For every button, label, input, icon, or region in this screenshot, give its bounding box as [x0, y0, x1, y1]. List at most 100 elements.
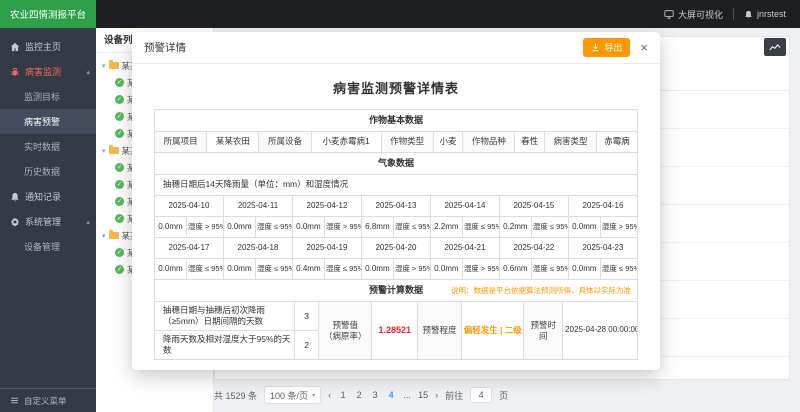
system-submenu: 设备管理 — [0, 234, 96, 259]
rainfall-cell: 6.8mm — [361, 217, 393, 238]
rainfall-cell: 0.0mm — [430, 259, 462, 280]
crop-table: 作物基本数据 所属项目某某农田所属设备小麦赤霉病1作物类型小麦作物品种春性病害类… — [154, 109, 638, 153]
sidebar-item-realtime-data[interactable]: 实时数据 — [0, 134, 96, 159]
calc-table: 预警计算数据 说明：数据是平台依据算法预测所得，具体以实际为准 抽穗日期与抽穗后… — [154, 279, 638, 360]
topbar: 农业四情测报平台 大屏可视化 jnrstest — [0, 0, 800, 28]
check-circle-icon: ✓ — [115, 180, 124, 189]
app-logo: 农业四情测报平台 — [0, 0, 96, 28]
weather-date-cell: 2025-04-10 — [155, 196, 224, 217]
crop-field-value: 赤霉病 — [597, 132, 638, 153]
humidity-cell: 湿度 ≤ 95% — [255, 217, 292, 238]
topbar-right: 大屏可视化 jnrstest — [664, 8, 800, 21]
folder-icon — [109, 147, 119, 154]
sidebar-item-disease-warning[interactable]: 病害预警 — [0, 109, 96, 134]
sidebar-item-label: 通知记录 — [25, 190, 61, 203]
check-circle-icon: ✓ — [115, 248, 124, 257]
humidity-cell: 湿度 ≤ 95% — [531, 259, 568, 280]
pager-ellipsis[interactable]: ... — [402, 390, 412, 400]
caret-down-icon: ▾ — [312, 392, 315, 399]
calc-section-header: 预警计算数据 说明：数据是平台依据算法预测所得，具体以实际为准 — [155, 280, 638, 302]
folder-icon — [109, 232, 119, 239]
metric-label: 降雨天数及相对湿度大于95%的天数 — [155, 331, 295, 360]
close-icon[interactable]: × — [640, 41, 648, 54]
weather-date-cell: 2025-04-23 — [568, 238, 637, 259]
calc-section-title: 预警计算数据 — [369, 285, 423, 295]
crop-fields-row: 所属项目某某农田所属设备小麦赤霉病1作物类型小麦作物品种春性病害类型赤霉病 — [155, 132, 638, 153]
username-label: jnrstest — [757, 9, 786, 19]
chart-view-button[interactable] — [764, 38, 786, 56]
goto-label: 前往 — [445, 389, 463, 402]
sidebar-item-device-management[interactable]: 设备管理 — [0, 234, 96, 259]
rainfall-cell: 0.0mm — [568, 217, 600, 238]
sidebar-item-label: 监测目标 — [24, 90, 60, 103]
humidity-cell: 湿度 > 95% — [186, 217, 223, 238]
weather-date-cell: 2025-04-22 — [499, 238, 568, 259]
modal-body: 病害监测预警详情表 作物基本数据 所属项目某某农田所属设备小麦赤霉病1作物类型小… — [132, 64, 660, 370]
pager-page-3[interactable]: 3 — [370, 390, 380, 400]
big-screen-label: 大屏可视化 — [678, 8, 723, 21]
weather-body: 2025-04-102025-04-112025-04-122025-04-13… — [155, 196, 638, 280]
bell-icon — [10, 192, 20, 202]
prev-page-button[interactable]: ‹ — [328, 390, 331, 400]
humidity-cell: 湿度 > 95% — [600, 217, 637, 238]
humidity-cell: 湿度 ≤ 95% — [600, 259, 637, 280]
sidebar-item-monitor-home[interactable]: 监控主页 — [0, 34, 96, 59]
big-screen-link[interactable]: 大屏可视化 — [664, 8, 723, 21]
warning-detail-modal: 预警详情 导出 × 病害监测预警详情表 作物基本数据 所属项目某某农田所属设备小… — [132, 32, 660, 370]
goto-page-input[interactable] — [470, 387, 492, 403]
detail-table-title: 病害监测预警详情表 — [154, 78, 638, 97]
weather-date-cell: 2025-04-12 — [292, 196, 361, 217]
check-circle-icon: ✓ — [115, 112, 124, 121]
humidity-cell: 湿度 > 95% — [462, 259, 499, 280]
user-menu[interactable]: jnrstest — [744, 9, 786, 19]
sidebar-item-history-data[interactable]: 历史数据 — [0, 159, 96, 184]
line-chart-icon — [769, 43, 781, 52]
check-circle-icon: ✓ — [115, 78, 124, 87]
crop-field-value: 小麦 — [433, 132, 462, 153]
humidity-cell: 湿度 ≤ 95% — [186, 259, 223, 280]
sidebar-group-label: 病害监测 — [25, 65, 61, 78]
pager-pages: 1234... 15 — [338, 390, 428, 400]
rainfall-cell: 0.6mm — [499, 259, 531, 280]
weather-date-cell: 2025-04-14 — [430, 196, 499, 217]
page-unit-label: 页 — [499, 389, 508, 402]
sidebar-group-disease-monitor[interactable]: 病害监测 ▴ — [0, 59, 96, 84]
crop-field-value: 春性 — [515, 132, 544, 153]
pager-page-4[interactable]: 4 — [386, 390, 396, 400]
warning-time-label: 预警时间 — [524, 302, 563, 360]
sidebar-group-system-management[interactable]: 系统管理 ▴ — [0, 209, 96, 234]
gear-icon — [10, 217, 20, 227]
pager-page-1[interactable]: 1 — [338, 390, 348, 400]
export-button[interactable]: 导出 — [583, 38, 630, 57]
sidebar-item-monitor-target[interactable]: 监测目标 — [0, 84, 96, 109]
crop-field-value: 某某农田 — [207, 132, 259, 153]
crop-field-label: 作物类型 — [381, 132, 433, 153]
weather-date-cell: 2025-04-18 — [223, 238, 292, 259]
weather-date-cell: 2025-04-13 — [361, 196, 430, 217]
custom-menu-button[interactable]: 自定义菜单 — [0, 388, 96, 412]
crop-field-label: 作物品种 — [463, 132, 515, 153]
weather-date-cell: 2025-04-15 — [499, 196, 568, 217]
caret-down-icon: ▾ — [102, 147, 106, 155]
sidebar-item-label: 历史数据 — [24, 165, 60, 178]
humidity-cell: 湿度 > 95% — [324, 217, 361, 238]
rainfall-cell: 0.2mm — [499, 217, 531, 238]
pager-page-15[interactable]: 15 — [418, 390, 428, 400]
weather-section-header: 气象数据 — [155, 153, 638, 175]
modal-header: 预警详情 导出 × — [132, 32, 660, 64]
sidebar: 监控主页 病害监测 ▴ 监测目标 病害预警 实时数据 历史数据 — [0, 28, 96, 412]
rainfall-cell: 0.0mm — [155, 217, 187, 238]
humidity-cell: 湿度 > 95% — [393, 259, 430, 280]
rainfall-cell: 0.0mm — [155, 259, 187, 280]
next-page-button[interactable]: › — [435, 390, 438, 400]
pager-page-2[interactable]: 2 — [354, 390, 364, 400]
humidity-cell: 湿度 ≤ 95% — [255, 259, 292, 280]
check-circle-icon: ✓ — [115, 214, 124, 223]
sidebar-item-label: 设备管理 — [24, 240, 60, 253]
sidebar-item-notification-log[interactable]: 通知记录 — [0, 184, 96, 209]
weather-date-cell: 2025-04-19 — [292, 238, 361, 259]
humidity-cell: 湿度 ≤ 95% — [462, 217, 499, 238]
custom-menu-label: 自定义菜单 — [24, 395, 67, 407]
sidebar-group-label: 系统管理 — [25, 215, 61, 228]
page-size-select[interactable]: 100 条/页 ▾ — [264, 386, 321, 404]
